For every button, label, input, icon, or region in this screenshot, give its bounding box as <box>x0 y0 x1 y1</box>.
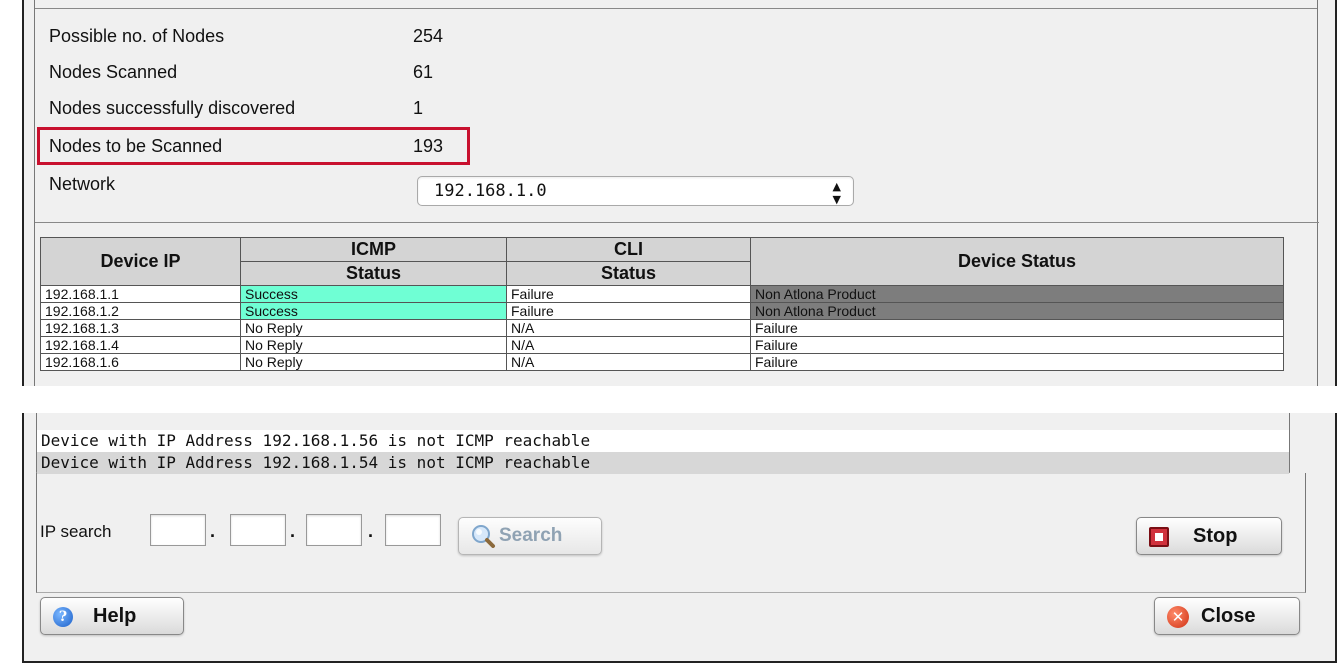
ip-search-label: IP search <box>40 522 112 541</box>
cell-ip: 192.168.1.2 <box>40 302 241 320</box>
log-line: Device with IP Address 192.168.1.54 is n… <box>37 452 1289 474</box>
possible-nodes-value: 254 <box>413 26 444 46</box>
help-icon: ? <box>53 607 73 627</box>
cell-icmp-status: Success <box>240 285 507 303</box>
cell-ip: 192.168.1.1 <box>40 285 241 303</box>
table-row[interactable]: 192.168.1.4 No Reply N/A Failure <box>40 336 1284 354</box>
log-line: Device with IP Address 192.168.1.56 is n… <box>37 430 1289 452</box>
scan-controls-panel: Device with IP Address 192.168.1.56 is n… <box>22 413 1337 663</box>
nodes-scanned-value: 61 <box>413 62 434 82</box>
cell-icmp-status: No Reply <box>240 319 507 337</box>
help-button[interactable]: ? Help <box>40 597 184 635</box>
col-header-cli: CLI <box>506 237 751 262</box>
nodes-scanned-label: Nodes Scanned <box>49 62 178 82</box>
search-button-label: Search <box>499 525 563 546</box>
cell-ip: 192.168.1.6 <box>40 353 241 371</box>
cell-device-status: Failure <box>750 319 1284 337</box>
cell-device-status: Failure <box>750 336 1284 354</box>
search-button[interactable]: Search <box>458 517 602 555</box>
stop-button[interactable]: Stop <box>1136 517 1282 555</box>
network-selected-value: 192.168.1.0 <box>434 181 547 201</box>
col-header-cli-status: Status <box>506 261 751 286</box>
table-row[interactable]: 192.168.1.2 Success Failure Non Atlona P… <box>40 302 1284 320</box>
possible-nodes-label: Possible no. of Nodes <box>49 26 225 46</box>
ip-octet-3-input[interactable] <box>306 514 362 546</box>
ip-separator: . <box>210 521 216 541</box>
magnifier-icon <box>472 525 495 548</box>
scan-log[interactable]: Device with IP Address 192.168.1.56 is n… <box>36 413 1290 474</box>
cell-cli-status: N/A <box>506 319 751 337</box>
cell-cli-status: Failure <box>506 285 751 303</box>
section-divider <box>35 222 1319 223</box>
stop-button-label: Stop <box>1193 525 1238 547</box>
close-icon: ✕ <box>1167 606 1189 628</box>
col-header-icmp: ICMP <box>240 237 507 262</box>
ip-octet-2-input[interactable] <box>230 514 286 546</box>
ip-separator: . <box>368 521 374 541</box>
ip-separator: . <box>290 521 296 541</box>
cell-ip: 192.168.1.4 <box>40 336 241 354</box>
ip-octet-1-input[interactable] <box>150 514 206 546</box>
highlight-annotation-box <box>37 127 470 165</box>
col-header-device-status: Device Status <box>750 237 1284 286</box>
table-row[interactable]: 192.168.1.3 No Reply N/A Failure <box>40 319 1284 337</box>
ip-search-frame <box>36 473 1306 593</box>
close-button-label: Close <box>1201 605 1256 627</box>
nodes-discovered-label: Nodes successfully discovered <box>49 98 296 118</box>
network-label: Network <box>49 174 116 194</box>
cell-icmp-status: No Reply <box>240 336 507 354</box>
table-row[interactable]: 192.168.1.1 Success Failure Non Atlona P… <box>40 285 1284 303</box>
col-header-device-ip: Device IP <box>40 237 241 286</box>
scan-status-panel: Possible no. of Nodes 254 Nodes Scanned … <box>22 0 1337 386</box>
col-header-icmp-status: Status <box>240 261 507 286</box>
cell-cli-status: N/A <box>506 336 751 354</box>
close-button[interactable]: ✕ Close <box>1154 597 1300 635</box>
cell-ip: 192.168.1.3 <box>40 319 241 337</box>
network-select[interactable]: 192.168.1.0 ▲ ▼ <box>417 176 854 206</box>
ip-octet-4-input[interactable] <box>385 514 441 546</box>
stop-icon <box>1149 527 1169 547</box>
help-button-label: Help <box>93 605 137 627</box>
cell-icmp-status: No Reply <box>240 353 507 371</box>
device-table: Device IP ICMP CLI Device Status Status … <box>40 237 1284 371</box>
cell-device-status: Failure <box>750 353 1284 371</box>
cell-device-status: Non Atlona Product <box>750 302 1284 320</box>
cell-icmp-status: Success <box>240 302 507 320</box>
cell-cli-status: N/A <box>506 353 751 371</box>
select-arrows-icon: ▲ ▼ <box>832 180 841 206</box>
scan-info-frame: Possible no. of Nodes 254 Nodes Scanned … <box>34 0 1319 386</box>
nodes-discovered-value: 1 <box>413 98 424 118</box>
table-row[interactable]: 192.168.1.6 No Reply N/A Failure <box>40 353 1284 371</box>
cell-cli-status: Failure <box>506 302 751 320</box>
cell-device-status: Non Atlona Product <box>750 285 1284 303</box>
